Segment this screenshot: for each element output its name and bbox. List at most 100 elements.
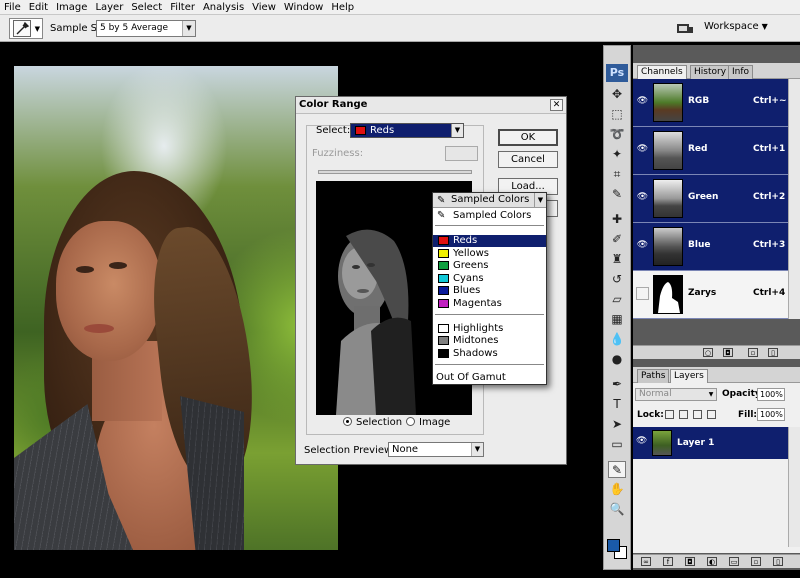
dropdown-header[interactable]: ✎ Sampled Colors ▼	[433, 193, 546, 208]
fill-field[interactable]: 100%	[757, 408, 785, 421]
menu-item-reds[interactable]: Reds	[433, 235, 546, 247]
dialog-titlebar[interactable]: Color Range ✕	[296, 97, 566, 114]
move-tool-icon[interactable]: ✥	[608, 86, 626, 103]
menu-item-shadows[interactable]: Shadows	[433, 348, 546, 360]
eye-icon[interactable]: 👁	[636, 239, 649, 252]
menu-help[interactable]: Help	[327, 0, 358, 14]
menu-item-highlights[interactable]: Highlights	[433, 323, 546, 335]
tool-preset-picker[interactable]: ▼	[9, 18, 43, 39]
tools-panel: Ps ✥ ⬚ ➰ ✦ ⌗ ✎ ✚ ✐ ♜ ↺ ▱ ▦ 💧 ● ✒ T ➤ ▭ ✎…	[603, 45, 631, 570]
adjustment-icon[interactable]: ◐	[707, 557, 717, 566]
workspace-icon[interactable]	[675, 20, 695, 37]
layers-tabbar: Paths Layers	[633, 367, 800, 383]
pen-tool-icon[interactable]: ✒	[608, 376, 626, 393]
channel-row-blue[interactable]: 👁 Blue Ctrl+3	[633, 223, 788, 271]
menu-item-blues[interactable]: Blues	[433, 285, 546, 297]
layers-scrollbar[interactable]	[788, 427, 800, 547]
channel-row-green[interactable]: 👁 Green Ctrl+2	[633, 175, 788, 223]
menu-window[interactable]: Window	[280, 0, 327, 14]
eye-icon[interactable]: 👁	[636, 191, 649, 204]
select-dropdown[interactable]: Reds ▼	[350, 123, 464, 138]
channel-row-rgb[interactable]: 👁 RGB Ctrl+~	[633, 79, 788, 127]
menu-item-yellows[interactable]: Yellows	[433, 248, 546, 260]
sample-size-select[interactable]: 5 by 5 Average ▼	[96, 20, 196, 37]
menu-select[interactable]: Select	[127, 0, 166, 14]
load-selection-icon[interactable]: ○	[703, 348, 713, 357]
visibility-box[interactable]	[636, 287, 649, 300]
menu-file[interactable]: File	[0, 0, 25, 14]
trash-icon[interactable]: ▯	[773, 557, 783, 566]
layer-row[interactable]: 👁 Layer 1	[633, 427, 788, 459]
tab-info[interactable]: Info	[728, 65, 754, 79]
lock-transparent-icon[interactable]	[665, 410, 674, 419]
eyedropper-tool-icon[interactable]: ✎	[608, 186, 626, 203]
shape-tool-icon[interactable]: ▭	[608, 436, 626, 453]
close-icon[interactable]: ✕	[550, 99, 563, 111]
tab-channels[interactable]: Channels	[637, 65, 687, 79]
history-brush-tool-icon[interactable]: ↺	[608, 271, 626, 288]
menu-view[interactable]: View	[248, 0, 280, 14]
foreground-color-swatch[interactable]	[607, 539, 620, 552]
hand-tool-icon[interactable]: ✋	[608, 481, 626, 498]
dodge-tool-icon[interactable]: ●	[608, 351, 626, 368]
channel-row-zarys[interactable]: Zarys Ctrl+4	[633, 271, 788, 319]
ok-button[interactable]: OK	[498, 129, 558, 146]
menu-edit[interactable]: Edit	[25, 0, 52, 14]
menu-item-out-of-gamut[interactable]: Out Of Gamut	[433, 372, 546, 384]
menu-item-sampled-colors[interactable]: ✎ Sampled Colors	[433, 210, 546, 222]
menu-item-magentas[interactable]: Magentas	[433, 298, 546, 310]
eraser-tool-icon[interactable]: ▱	[608, 291, 626, 308]
selection-preview-select[interactable]: None ▼	[388, 442, 484, 457]
new-layer-icon[interactable]: ▫	[751, 557, 761, 566]
eye-icon[interactable]: 👁	[636, 436, 647, 446]
tab-history[interactable]: History	[690, 65, 731, 79]
eye-icon[interactable]: 👁	[636, 95, 649, 108]
brush-tool-icon[interactable]: ✐	[608, 231, 626, 248]
opacity-field[interactable]: 100%	[757, 388, 785, 401]
menu-analysis[interactable]: Analysis	[199, 0, 248, 14]
image-radio[interactable]: Image	[406, 417, 450, 428]
trash-icon[interactable]: ▯	[768, 348, 778, 357]
tab-paths[interactable]: Paths	[637, 369, 670, 383]
link-icon[interactable]: ∞	[641, 557, 651, 566]
lock-position-icon[interactable]	[693, 410, 702, 419]
save-selection-icon[interactable]: ◘	[723, 348, 733, 357]
menu-filter[interactable]: Filter	[166, 0, 199, 14]
new-channel-icon[interactable]: ▫	[748, 348, 758, 357]
reds-swatch	[355, 126, 366, 135]
menu-item-cyans[interactable]: Cyans	[433, 273, 546, 285]
folder-icon[interactable]: ▭	[729, 557, 739, 566]
photo-eye	[109, 262, 127, 269]
type-tool-icon[interactable]: T	[608, 396, 626, 413]
marquee-tool-icon[interactable]: ⬚	[608, 106, 626, 123]
eyedropper-tool-active-icon[interactable]: ✎	[608, 461, 626, 478]
eyedropper-icon: ✎	[437, 195, 446, 206]
channels-scrollbar[interactable]	[788, 79, 800, 319]
menu-image[interactable]: Image	[52, 0, 91, 14]
cancel-button[interactable]: Cancel	[498, 151, 558, 168]
menu-item-greens[interactable]: Greens	[433, 260, 546, 272]
workspace-button[interactable]: Workspace ▼	[704, 21, 768, 32]
channel-row-red[interactable]: 👁 Red Ctrl+1	[633, 127, 788, 175]
select-dropdown-menu: ✎ Sampled Colors ▼ ✎ Sampled Colors Reds…	[432, 192, 547, 385]
healing-brush-tool-icon[interactable]: ✚	[608, 211, 626, 228]
lasso-tool-icon[interactable]: ➰	[608, 126, 626, 143]
blur-tool-icon[interactable]: 💧	[608, 331, 626, 348]
selection-radio[interactable]: Selection	[343, 417, 402, 428]
eye-icon[interactable]: 👁	[636, 143, 649, 156]
tab-layers[interactable]: Layers	[670, 369, 708, 383]
lock-all-icon[interactable]	[707, 410, 716, 419]
menu-item-midtones[interactable]: Midtones	[433, 335, 546, 347]
path-selection-tool-icon[interactable]: ➤	[608, 416, 626, 433]
clone-stamp-tool-icon[interactable]: ♜	[608, 251, 626, 268]
lock-image-icon[interactable]	[679, 410, 688, 419]
document-canvas[interactable]	[14, 66, 338, 550]
menu-layer[interactable]: Layer	[91, 0, 127, 14]
fx-icon[interactable]: f	[663, 557, 673, 566]
magic-wand-tool-icon[interactable]: ✦	[608, 146, 626, 163]
blend-mode-select[interactable]: Normal ▼	[635, 388, 717, 401]
crop-tool-icon[interactable]: ⌗	[608, 166, 626, 183]
mask-icon[interactable]: ◘	[685, 557, 695, 566]
gradient-tool-icon[interactable]: ▦	[608, 311, 626, 328]
zoom-tool-icon[interactable]: 🔍	[608, 501, 626, 518]
